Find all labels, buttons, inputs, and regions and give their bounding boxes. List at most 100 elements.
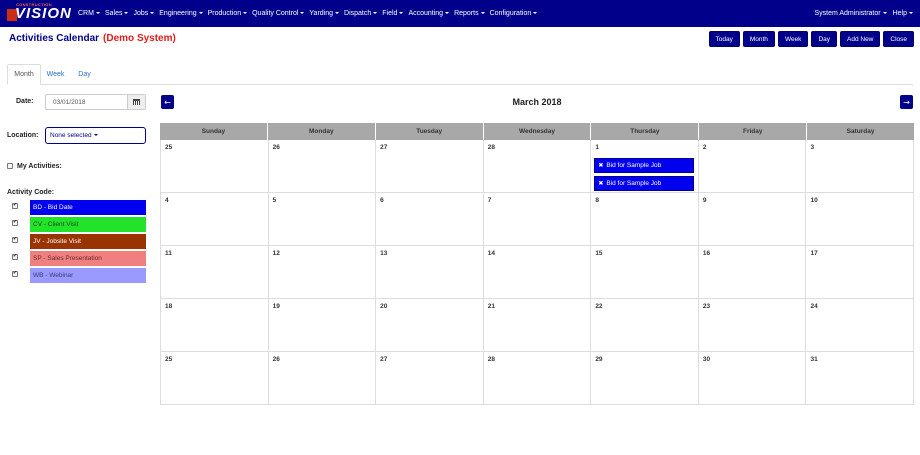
calendar-day-cell[interactable]: 9 (698, 193, 807, 246)
location-label: Location: (7, 132, 39, 139)
menu-label: Accounting (408, 10, 444, 17)
menu-crm[interactable]: CRM (78, 10, 100, 17)
calendar-day-cell[interactable]: 30 (698, 352, 807, 405)
view-tabs: Month Week Day (7, 64, 913, 85)
calendar-day-cell[interactable]: 2 (698, 140, 807, 193)
calendar-day-cell[interactable]: 21 (483, 299, 592, 352)
calendar-day-cell[interactable]: 11 (161, 246, 269, 299)
calendar-event[interactable]: ✖ Bid for Sample Job (594, 176, 695, 191)
activity-code-label: WB - Webinar (30, 268, 146, 283)
activity-code-checkbox[interactable] (12, 270, 18, 277)
calendar-day-cell[interactable]: 1 ✖ Bid for Sample Job ✖ Bid for Sample Job (591, 140, 699, 193)
activity-code-checkbox[interactable] (12, 253, 18, 260)
calendar-day-cell[interactable]: 23 (698, 299, 807, 352)
vision-logo[interactable]: CONSTRUCTION VISION (7, 2, 71, 22)
calendar-picker-button[interactable] (127, 95, 145, 109)
menu-jobs[interactable]: Jobs (133, 10, 155, 17)
chevron-down-icon (243, 12, 248, 15)
date-field[interactable]: 03/01/2018 (45, 94, 146, 110)
weekday-monday: Monday (268, 123, 376, 140)
day-number: 14 (487, 250, 495, 257)
menu-sales[interactable]: Sales (105, 10, 129, 17)
calendar-day-cell[interactable]: 12 (268, 246, 377, 299)
today-button[interactable]: Today (708, 31, 740, 47)
activity-code-checkbox[interactable] (12, 219, 18, 226)
calendar-day-cell[interactable]: 25 (161, 352, 269, 405)
help-dropdown[interactable]: Help (893, 10, 913, 17)
calendar-day-cell[interactable]: 18 (161, 299, 269, 352)
date-value: 03/01/2018 (53, 99, 86, 106)
close-button[interactable]: Close (883, 31, 914, 47)
calendar-day-cell[interactable]: 13 (376, 246, 484, 299)
day-number: 24 (810, 303, 818, 310)
calendar-day-cell[interactable]: 22 (591, 299, 699, 352)
menu-quality-control[interactable]: Quality Control (252, 10, 305, 17)
week-button[interactable]: Week (777, 31, 809, 47)
next-month-button[interactable]: → (900, 95, 913, 109)
close-icon: ✖ (598, 180, 604, 187)
menu-dispatch[interactable]: Dispatch (344, 10, 378, 17)
calendar-day-cell[interactable]: 4 (161, 193, 269, 246)
calendar-event[interactable]: ✖ Bid for Sample Job (594, 158, 695, 173)
tab-day[interactable]: Day (72, 64, 97, 85)
calendar-day-cell[interactable]: 8 (591, 193, 699, 246)
date-label: Date: (16, 98, 34, 105)
menu-yarding[interactable]: Yarding (309, 10, 340, 17)
weekday-thursday: Thursday (591, 123, 700, 140)
menu-field[interactable]: Field (382, 10, 404, 17)
calendar-day-cell[interactable]: 10 (806, 193, 915, 246)
activity-code-label: JV - Jobsite Visit (30, 234, 146, 249)
chevron-down-icon (480, 12, 485, 15)
day-number: 28 (487, 144, 495, 151)
calendar-day-cell[interactable]: 5 (268, 193, 377, 246)
calendar-grid: 25 26 27 28 1 ✖ Bid for Sample Job ✖ Bid for Sam… (160, 140, 915, 405)
location-select[interactable]: None selected (45, 127, 146, 144)
menu-configuration[interactable]: Configuration (490, 10, 538, 17)
day-number: 19 (272, 303, 280, 310)
activity-code-checkbox[interactable] (12, 202, 18, 209)
user-dropdown[interactable]: System Administrator (814, 10, 887, 17)
calendar-day-cell[interactable]: 15 (591, 246, 699, 299)
weekday-wednesday: Wednesday (484, 123, 592, 140)
add-new-button[interactable]: Add New (840, 31, 881, 47)
tab-month[interactable]: Month (7, 64, 41, 85)
calendar-day-cell[interactable]: 27 (376, 352, 484, 405)
day-button[interactable]: Day (811, 31, 837, 47)
calendar-day-cell[interactable]: 16 (698, 246, 807, 299)
day-number: 10 (810, 197, 818, 204)
calendar-day-cell[interactable]: 26 (268, 352, 377, 405)
calendar-day-cell[interactable]: 31 (806, 352, 915, 405)
calendar-day-cell[interactable]: 27 (376, 140, 484, 193)
menu-label: CRM (78, 10, 94, 17)
calendar-day-cell[interactable]: 25 (161, 140, 269, 193)
calendar-day-cell[interactable]: 26 (268, 140, 377, 193)
day-number: 23 (702, 303, 711, 310)
calendar-day-cell[interactable]: 19 (268, 299, 377, 352)
my-activities-checkbox[interactable] (7, 163, 13, 169)
day-number: 13 (380, 250, 388, 257)
month-button[interactable]: Month (742, 31, 775, 47)
calendar-day-cell[interactable]: 3 (806, 140, 915, 193)
chevron-down-icon (198, 12, 203, 15)
menu-reports[interactable]: Reports (454, 10, 485, 17)
calendar-day-cell[interactable]: 24 (806, 299, 915, 352)
calendar-day-cell[interactable]: 28 (483, 352, 592, 405)
day-number: 17 (810, 250, 818, 257)
menu-engineering[interactable]: Engineering (159, 10, 203, 17)
chevron-down-icon (373, 12, 378, 15)
weekday-header: Sunday Monday Tuesday Wednesday Thursday Frid… (160, 123, 914, 140)
tab-week[interactable]: Week (41, 64, 70, 85)
menu-accounting[interactable]: Accounting (408, 10, 450, 17)
chevron-down-icon (124, 12, 129, 15)
day-number: 3 (810, 144, 815, 151)
activity-code-checkbox[interactable] (12, 236, 18, 243)
calendar-day-cell[interactable]: 14 (483, 246, 592, 299)
calendar-day-cell[interactable]: 28 (483, 140, 592, 193)
calendar-day-cell[interactable]: 20 (376, 299, 484, 352)
calendar-day-cell[interactable]: 7 (483, 193, 592, 246)
day-number: 26 (272, 356, 280, 363)
calendar-day-cell[interactable]: 29 (591, 352, 699, 405)
calendar-day-cell[interactable]: 6 (376, 193, 484, 246)
calendar-day-cell[interactable]: 17 (806, 246, 915, 299)
menu-production[interactable]: Production (208, 10, 248, 17)
